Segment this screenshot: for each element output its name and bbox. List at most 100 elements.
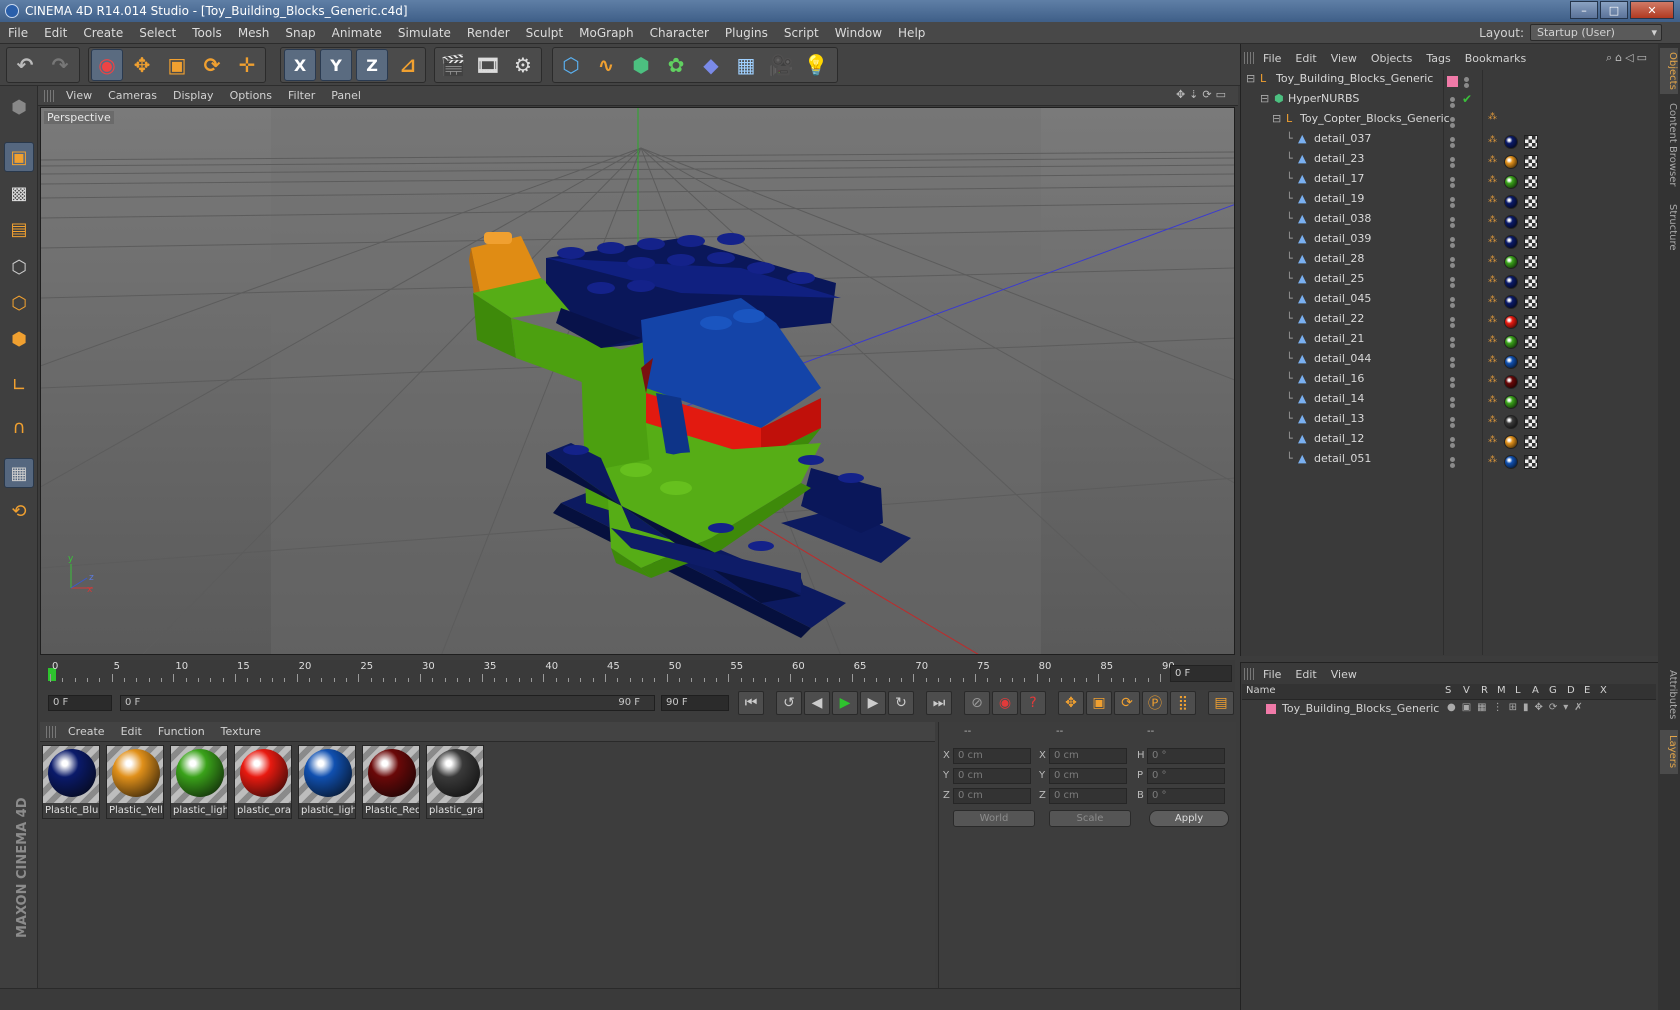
search-home-icons[interactable]: ⌕⌂◁▭	[1606, 51, 1650, 65]
tab-attributes[interactable]: Attributes	[1660, 664, 1678, 726]
object-row[interactable]: └ ▲ detail_044 ⁂	[1242, 352, 1656, 372]
object-menu-view[interactable]: View	[1324, 52, 1364, 65]
maximize-button[interactable]: □	[1600, 1, 1628, 19]
layer-menu-view[interactable]: View	[1324, 668, 1364, 681]
layer-col-locked[interactable]: L	[1515, 685, 1521, 696]
phong-tag-icon[interactable]: ⁂	[1488, 455, 1497, 465]
phong-tag-icon[interactable]: ⁂	[1488, 295, 1497, 305]
x-axis-button[interactable]: X	[284, 49, 316, 81]
size-z-field[interactable]: 0 cm	[1049, 788, 1127, 804]
3d-viewport[interactable]: y x z Perspective	[40, 107, 1235, 655]
visibility-dot[interactable]	[1450, 157, 1455, 162]
texture-tag-icon[interactable]	[1524, 375, 1538, 389]
render-picture-viewer-icon[interactable]: 🎞	[472, 49, 504, 81]
object-row[interactable]: └ ▲ detail_14 ⁂	[1242, 392, 1656, 412]
array-icon[interactable]: ✿	[660, 49, 692, 81]
menu-select[interactable]: Select	[131, 26, 184, 40]
material-tag-icon[interactable]	[1504, 295, 1518, 309]
render-dot[interactable]	[1450, 223, 1455, 228]
position-z-field[interactable]: 0 cm	[953, 788, 1031, 804]
render-dot[interactable]	[1450, 183, 1455, 188]
prev-key-icon[interactable]: ↺	[776, 691, 802, 715]
material-swatch[interactable]: Plastic_Yell	[106, 745, 164, 819]
layer-col-manager[interactable]: M	[1497, 685, 1506, 696]
rotation-h-field[interactable]: 0 °	[1147, 748, 1225, 764]
object-menu-edit[interactable]: Edit	[1288, 52, 1323, 65]
visibility-dot[interactable]	[1450, 97, 1455, 102]
texture-tag-icon[interactable]	[1524, 215, 1538, 229]
material-tag-icon[interactable]	[1504, 135, 1518, 149]
render-dot[interactable]	[1450, 343, 1455, 348]
visibility-dot[interactable]	[1450, 357, 1455, 362]
current-frame-field[interactable]: 0 F	[1170, 665, 1232, 682]
object-row[interactable]: └ ▲ detail_25 ⁂	[1242, 272, 1656, 292]
coordinate-system-icon[interactable]: ⊿	[392, 49, 424, 81]
menu-plugins[interactable]: Plugins	[717, 26, 776, 40]
phong-tag-icon[interactable]: ⁂	[1488, 415, 1497, 425]
tab-structure[interactable]: Structure	[1660, 196, 1678, 258]
material-swatch[interactable]: plastic_ligh	[298, 745, 356, 819]
visibility-dot[interactable]	[1450, 277, 1455, 282]
visibility-dot[interactable]	[1450, 437, 1455, 442]
layer-col-generators[interactable]: G	[1549, 685, 1557, 696]
workplane-lock-icon[interactable]: ▦	[4, 458, 34, 488]
visibility-dot[interactable]	[1450, 137, 1455, 142]
render-dot[interactable]	[1450, 243, 1455, 248]
phong-tag-icon[interactable]: ⁂	[1488, 395, 1497, 405]
minimize-button[interactable]: –	[1570, 1, 1598, 19]
next-frame-icon[interactable]: ▶	[860, 691, 886, 715]
material-swatch[interactable]: Plastic_Blu	[42, 745, 100, 819]
points-mode-icon[interactable]: ⬡	[4, 252, 34, 282]
phong-tag-icon[interactable]: ⁂	[1488, 275, 1497, 285]
render-dot[interactable]	[1450, 403, 1455, 408]
render-dot[interactable]	[1450, 103, 1455, 108]
viewport-menu-panel[interactable]: Panel	[323, 89, 369, 102]
material-tag-icon[interactable]	[1504, 355, 1518, 369]
object-row[interactable]: └ ▲ detail_28 ⁂	[1242, 252, 1656, 272]
render-dot[interactable]	[1450, 303, 1455, 308]
spline-icon[interactable]: ∿	[590, 49, 622, 81]
goto-end-icon[interactable]: ⏭	[926, 691, 952, 715]
object-row[interactable]: └ ▲ detail_12 ⁂	[1242, 432, 1656, 452]
tab-objects[interactable]: Objects	[1660, 48, 1678, 94]
timeline-window-icon[interactable]: ▤	[1208, 691, 1234, 715]
texture-tag-icon[interactable]	[1524, 275, 1538, 289]
phong-tag-icon[interactable]: ⁂	[1488, 195, 1497, 205]
viewport-menu-display[interactable]: Display	[165, 89, 222, 102]
texture-tag-icon[interactable]	[1524, 135, 1538, 149]
menu-create[interactable]: Create	[75, 26, 131, 40]
menu-animate[interactable]: Animate	[324, 26, 390, 40]
enabled-check-icon[interactable]: ✔	[1462, 92, 1472, 106]
material-tag-icon[interactable]	[1504, 315, 1518, 329]
rotation-p-field[interactable]: 0 °	[1147, 768, 1225, 784]
material-tag-icon[interactable]	[1504, 335, 1518, 349]
texture-tag-icon[interactable]	[1524, 435, 1538, 449]
material-swatch[interactable]: plastic_ligh	[170, 745, 228, 819]
layer-col-render[interactable]: R	[1481, 685, 1488, 696]
texture-tag-icon[interactable]	[1524, 255, 1538, 269]
visibility-dot[interactable]	[1450, 177, 1455, 182]
menu-simulate[interactable]: Simulate	[390, 26, 459, 40]
viewport-nav-icons[interactable]: ✥⇣⟳▭	[1176, 88, 1230, 101]
menu-tools[interactable]: Tools	[184, 26, 230, 40]
render-dot[interactable]	[1450, 283, 1455, 288]
play-icon[interactable]: ▶	[832, 691, 858, 715]
layer-col-animation[interactable]: A	[1532, 685, 1539, 696]
material-tag-icon[interactable]	[1504, 415, 1518, 429]
object-row[interactable]: └ ▲ detail_045 ⁂	[1242, 292, 1656, 312]
panel-grip-icon[interactable]	[46, 725, 56, 738]
visibility-dot[interactable]	[1464, 77, 1469, 82]
object-menu-objects[interactable]: Objects	[1364, 52, 1420, 65]
object-row[interactable]: └ ▲ detail_22 ⁂	[1242, 312, 1656, 332]
light-icon[interactable]: 💡	[800, 49, 832, 81]
viewport-menu-cameras[interactable]: Cameras	[100, 89, 165, 102]
nurbs-icon[interactable]: ⬢	[625, 49, 657, 81]
menu-sculpt[interactable]: Sculpt	[518, 26, 571, 40]
visibility-dot[interactable]	[1450, 117, 1455, 122]
layer-col-solo[interactable]: S	[1445, 685, 1451, 696]
size-y-field[interactable]: 0 cm	[1049, 768, 1127, 784]
start-frame-field[interactable]: 0 F	[48, 695, 112, 711]
object-row[interactable]: └ ▲ detail_16 ⁂	[1242, 372, 1656, 392]
layer-col-view[interactable]: V	[1463, 685, 1470, 696]
render-dot[interactable]	[1450, 363, 1455, 368]
